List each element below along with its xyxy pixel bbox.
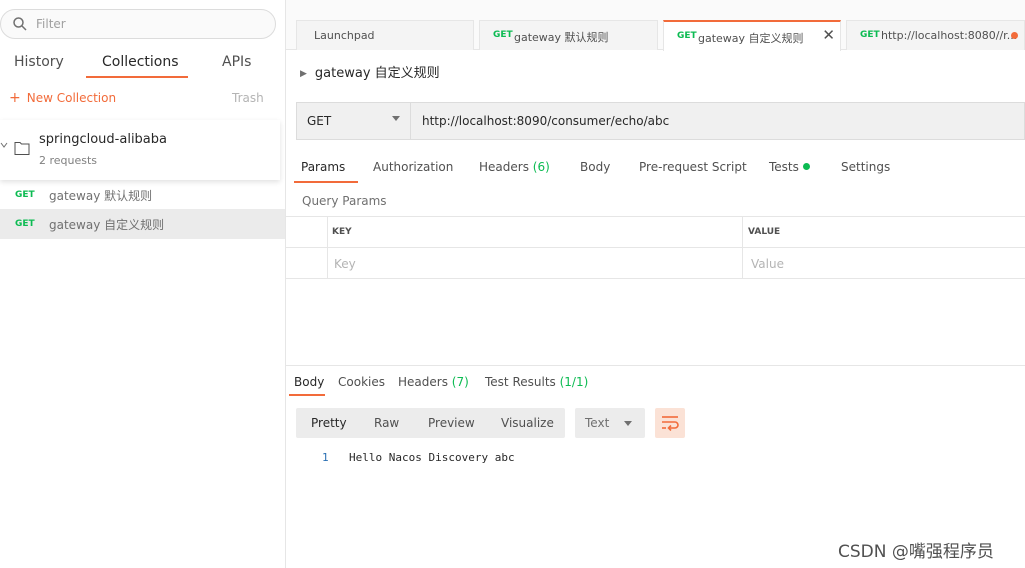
caret-right-icon[interactable]: ▶: [300, 69, 307, 79]
tab-label: Launchpad: [314, 29, 375, 42]
chevron-down-icon[interactable]: [0, 141, 8, 149]
response-tab-body[interactable]: Body: [294, 375, 324, 389]
tab-collections[interactable]: Collections: [102, 54, 179, 70]
method-badge: GET: [493, 30, 513, 40]
method-select[interactable]: GET: [297, 103, 411, 139]
column-header-value: VALUE: [748, 227, 781, 237]
filter-input[interactable]: [36, 15, 256, 33]
caret-down-icon: [624, 421, 632, 426]
url-bar: GET http://localhost:8090/consumer/echo/…: [296, 102, 1025, 140]
tab-launchpad[interactable]: Launchpad: [296, 20, 474, 50]
unsaved-dot-icon: [1011, 32, 1018, 39]
column-divider: [327, 217, 328, 279]
watermark: CSDN @嘴强程序员: [838, 542, 994, 562]
tab-apis[interactable]: APIs: [222, 54, 251, 70]
collection-name: springcloud-alibaba: [39, 132, 167, 147]
tab-request[interactable]: GET http://localhost:8080//r...: [846, 20, 1025, 50]
response-line: Hello Nacos Discovery abc: [349, 451, 515, 464]
format-raw[interactable]: Raw: [374, 416, 399, 430]
method-badge: GET: [860, 30, 880, 40]
request-name: gateway 默认规则: [49, 189, 153, 203]
response-headers-count: (7): [451, 375, 469, 389]
new-collection-label: New Collection: [26, 91, 117, 105]
key-input[interactable]: Key: [334, 257, 356, 271]
wrap-lines-button[interactable]: [655, 408, 685, 438]
sidebar-request-item[interactable]: GET gateway 自定义规则: [0, 209, 285, 239]
format-toggle-group: Pretty Raw Preview Visualize: [296, 408, 565, 438]
format-preview[interactable]: Preview: [428, 416, 475, 430]
tab-params[interactable]: Params: [301, 160, 345, 174]
tab-headers[interactable]: Headers (6): [479, 160, 550, 174]
tab-authorization[interactable]: Authorization: [373, 160, 453, 174]
request-tabs: Params Authorization Headers (6) Body Pr…: [286, 155, 1025, 185]
tab-headers-label: Headers: [479, 160, 529, 174]
query-params-title: Query Params: [302, 194, 387, 208]
method-badge: GET: [15, 219, 35, 229]
format-pretty[interactable]: Pretty: [311, 416, 347, 430]
tab-request[interactable]: GET gateway 默认规则: [479, 20, 658, 50]
close-icon[interactable]: ✕: [822, 26, 835, 44]
tab-label: http://localhost:8080//r...: [881, 29, 1018, 42]
collections-tab-indicator: [86, 76, 188, 78]
request-title[interactable]: ▶ gateway 自定义规则: [300, 62, 440, 81]
url-input[interactable]: http://localhost:8090/consumer/echo/abc: [422, 114, 669, 128]
folder-icon: [14, 142, 30, 155]
collection-item[interactable]: springcloud-alibaba 2 requests: [0, 120, 280, 180]
request-name: gateway 自定义规则: [49, 218, 165, 232]
new-collection-button[interactable]: + New Collection: [9, 90, 116, 106]
headers-count: (6): [532, 160, 550, 174]
response-tab-test-results[interactable]: Test Results (1/1): [485, 375, 588, 389]
sidebar-request-item[interactable]: GET gateway 默认规则: [0, 180, 285, 210]
collection-count: 2 requests: [39, 154, 98, 167]
column-divider[interactable]: [742, 217, 743, 279]
tab-settings[interactable]: Settings: [841, 160, 890, 174]
sidebar: History Collections APIs + New Collection…: [0, 0, 286, 568]
params-tab-indicator: [294, 181, 358, 183]
value-input[interactable]: Value: [751, 257, 784, 271]
wrap-lines-icon: [662, 416, 679, 431]
language-select[interactable]: Text: [575, 408, 645, 438]
table-header-row: [286, 217, 1025, 248]
method-badge: GET: [677, 31, 697, 41]
tab-tests[interactable]: Tests: [769, 160, 810, 174]
search-icon: [13, 17, 27, 31]
response-tab-cookies[interactable]: Cookies: [338, 375, 385, 389]
format-visualize[interactable]: Visualize: [501, 416, 554, 430]
test-results-label: Test Results: [485, 375, 556, 389]
response-tab-headers-label: Headers: [398, 375, 448, 389]
tab-label: gateway 默认规则: [514, 31, 609, 44]
tab-history[interactable]: History: [14, 54, 64, 70]
response-tab-headers[interactable]: Headers (7): [398, 375, 469, 389]
tests-indicator-icon: [802, 163, 810, 170]
tab-request-active[interactable]: GET gateway 自定义规则 ✕: [663, 20, 841, 51]
method-badge: GET: [15, 190, 35, 200]
tab-label: gateway 自定义规则: [698, 32, 804, 45]
tab-prerequest-script[interactable]: Pre-request Script: [639, 160, 747, 174]
line-number: 1: [322, 451, 329, 464]
trash-link[interactable]: Trash: [232, 91, 264, 105]
test-results-count: (1/1): [559, 375, 589, 389]
caret-down-icon: [392, 116, 400, 121]
plus-icon: +: [9, 90, 21, 106]
request-tab-bar: Launchpad GET gateway 默认规则 GET gateway 自…: [286, 0, 1025, 51]
main-panel: Launchpad GET gateway 默认规则 GET gateway 自…: [286, 0, 1025, 568]
tab-tests-label: Tests: [769, 160, 799, 174]
body-tab-indicator: [289, 394, 325, 396]
method-value: GET: [307, 114, 332, 128]
request-title-text: gateway 自定义规则: [314, 66, 440, 81]
column-header-key: KEY: [332, 227, 352, 237]
tab-body[interactable]: Body: [580, 160, 610, 174]
query-params-table: KEY VALUE Key Value: [286, 216, 1025, 279]
language-value: Text: [585, 416, 610, 430]
filter-box[interactable]: [0, 9, 276, 39]
